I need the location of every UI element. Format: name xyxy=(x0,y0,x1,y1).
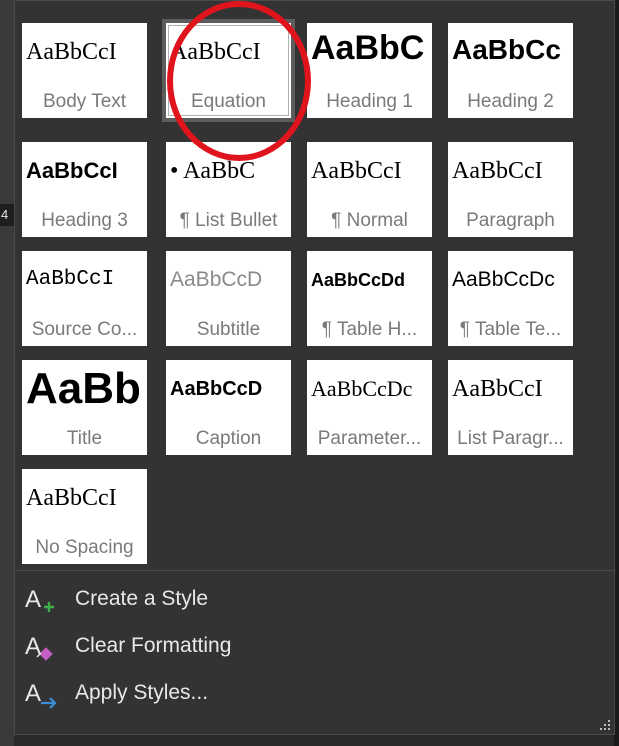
style-no-spacing[interactable]: AaBbCcI No Spacing xyxy=(22,469,147,564)
create-style-item[interactable]: A Create a Style xyxy=(15,575,614,621)
style-label: Paragraph xyxy=(466,210,555,231)
style-label: ¶ List Bullet xyxy=(179,210,278,231)
svg-text:A: A xyxy=(25,586,41,613)
style-caption[interactable]: AaBbCcD Caption xyxy=(166,360,291,455)
style-label: Source Co... xyxy=(31,319,138,340)
svg-text:A: A xyxy=(25,680,41,707)
style-label: Caption xyxy=(195,428,262,449)
style-label: Title xyxy=(66,428,103,449)
style-label: ¶ Table H... xyxy=(321,319,418,340)
style-preview: AaBbCcI xyxy=(26,158,118,183)
clear-formatting-icon: A xyxy=(25,633,53,661)
apply-styles-item[interactable]: A Apply Styles... xyxy=(15,669,614,715)
document-edge: 4 xyxy=(0,0,15,746)
style-preview: AaBbCc xyxy=(452,34,561,65)
style-preview: AaBbCcI xyxy=(26,39,117,65)
style-table-heading[interactable]: AaBbCcDd ¶ Table H... xyxy=(307,251,432,346)
style-label: Heading 1 xyxy=(326,91,413,112)
style-preview: AaBbCcD xyxy=(170,268,263,291)
style-label: List Paragr... xyxy=(457,428,564,449)
style-label: ¶ Table Te... xyxy=(459,319,562,340)
style-preview: AaBbCcI xyxy=(452,158,543,184)
create-style-label: Create a Style xyxy=(75,587,209,610)
page-marker: 4 xyxy=(0,204,15,226)
style-preview: AaBbCcI xyxy=(170,39,261,65)
style-normal[interactable]: AaBbCcI ¶ Normal xyxy=(307,142,432,237)
style-paragraph[interactable]: AaBbCcI Paragraph xyxy=(448,142,573,237)
style-preview: AaBbCcDc xyxy=(311,376,413,401)
style-label: Heading 2 xyxy=(467,91,554,112)
style-label: Heading 3 xyxy=(41,210,128,231)
style-label: ¶ Normal xyxy=(331,210,408,231)
style-preview: AaBbCcI xyxy=(311,158,402,184)
menu-separator xyxy=(15,570,614,571)
style-preview: AaBbCcI xyxy=(452,376,543,402)
style-list-paragraph[interactable]: AaBbCcI List Paragr... xyxy=(448,360,573,455)
style-list-bullet[interactable]: • AaBbC ¶ List Bullet xyxy=(166,142,291,237)
style-preview: AaBbC xyxy=(311,29,425,67)
create-style-icon: A xyxy=(25,586,54,613)
style-parameter[interactable]: AaBbCcDc Parameter... xyxy=(307,360,432,455)
style-preview: AaBbCcI xyxy=(26,268,115,291)
style-label: Subtitle xyxy=(196,319,261,340)
style-label: Parameter... xyxy=(317,428,422,449)
style-preview: AaBbCcDd xyxy=(311,270,406,290)
style-preview: AaBbCcD xyxy=(170,378,263,400)
style-label: Equation xyxy=(190,91,266,112)
styles-gallery: AaBbCcI Body Text AaBbCcI Equation AaBbC… xyxy=(14,0,615,735)
style-label: No Spacing xyxy=(35,537,134,558)
style-preview: AaBbCcI xyxy=(26,485,117,511)
style-preview: • AaBbC xyxy=(170,158,256,184)
clear-formatting-label: Clear Formatting xyxy=(75,634,232,657)
clear-formatting-item[interactable]: A Clear Formatting xyxy=(15,622,614,668)
style-heading-1[interactable]: AaBbC Heading 1 xyxy=(307,23,432,118)
style-title[interactable]: AaBb Title xyxy=(22,360,147,455)
apply-styles-icon: A xyxy=(25,680,57,709)
apply-styles-label: Apply Styles... xyxy=(75,681,209,704)
style-subtitle[interactable]: AaBbCcD Subtitle xyxy=(166,251,291,346)
style-table-text[interactable]: AaBbCcDc ¶ Table Te... xyxy=(448,251,573,346)
style-preview: AaBb xyxy=(26,364,141,413)
style-preview: AaBbCcDc xyxy=(452,268,555,291)
style-label: Body Text xyxy=(42,91,127,112)
resize-grip[interactable] xyxy=(598,718,610,730)
style-body-text[interactable]: AaBbCcI Body Text xyxy=(22,23,147,118)
style-equation[interactable]: AaBbCcI Equation xyxy=(162,19,295,122)
style-heading-3[interactable]: AaBbCcI Heading 3 xyxy=(22,142,147,237)
style-source-code[interactable]: AaBbCcI Source Co... xyxy=(22,251,147,346)
style-heading-2[interactable]: AaBbCc Heading 2 xyxy=(448,23,573,118)
